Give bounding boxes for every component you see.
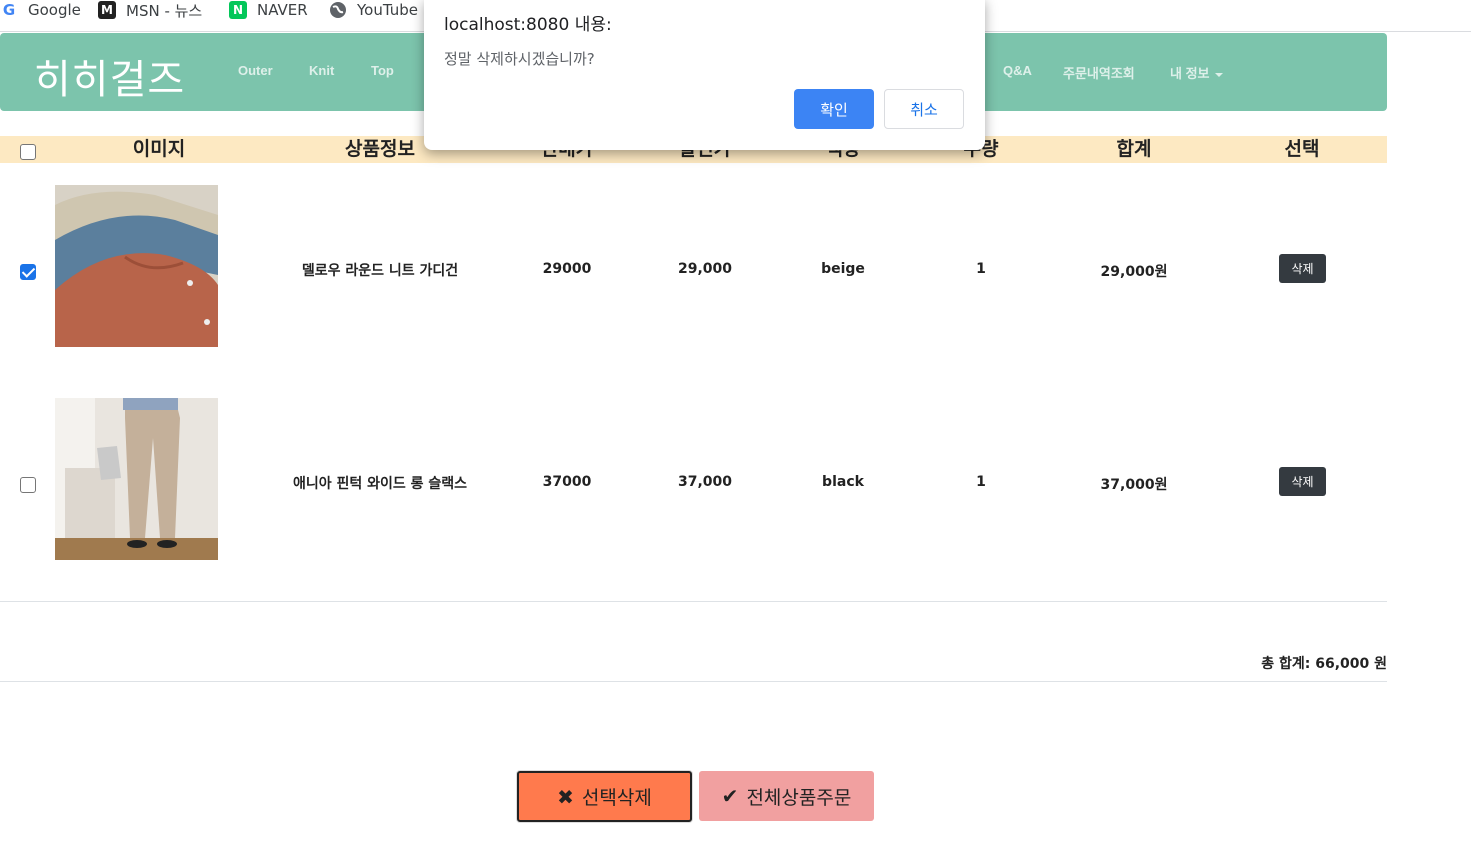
delete-button[interactable]: 삭제 xyxy=(1279,467,1326,496)
row-checkbox[interactable] xyxy=(20,477,36,493)
naver-icon: N xyxy=(229,1,247,19)
product-quantity: 1 xyxy=(976,474,986,490)
product-sale-price: 37,000 xyxy=(677,474,733,490)
bookmark-naver[interactable]: N NAVER xyxy=(229,0,308,20)
dialog-message: 정말 삭제하시겠습니까? xyxy=(444,50,595,68)
product-sale-price: 29,000 xyxy=(677,261,733,277)
table-row: 애니아 핀턱 와이드 롱 슬랙스 37000 37,000 black 1 37… xyxy=(0,383,1387,583)
bookmark-label: Google xyxy=(28,1,81,19)
globe-icon xyxy=(329,1,347,19)
check-icon: ✔ xyxy=(721,784,739,808)
nav-my-info-label: 내 정보 xyxy=(1170,66,1210,81)
order-all-label: 전체상품주문 xyxy=(746,786,852,809)
header-select: 선택 xyxy=(1284,138,1320,160)
select-all-checkbox[interactable] xyxy=(20,144,36,160)
nav-my-info-dropdown[interactable]: 내 정보 xyxy=(1170,63,1223,82)
dialog-title: localhost:8080 내용: xyxy=(444,15,612,35)
nav-knit[interactable]: Knit xyxy=(309,63,334,78)
delete-selected-button[interactable]: ✖ 선택삭제 xyxy=(517,771,692,822)
product-image-cardigan[interactable] xyxy=(55,185,218,347)
header-image: 이미지 xyxy=(132,138,186,160)
confirm-dialog: localhost:8080 내용: 정말 삭제하시겠습니까? 확인 취소 xyxy=(424,0,985,150)
product-color: black xyxy=(822,474,864,490)
bookmark-youtube[interactable]: YouTube xyxy=(329,0,418,20)
header-total: 합계 xyxy=(1116,138,1152,160)
delete-selected-label: 선택삭제 xyxy=(581,787,652,809)
row-checkbox[interactable] xyxy=(20,264,36,280)
product-image-slacks[interactable] xyxy=(55,398,218,560)
product-price: 29000 xyxy=(542,261,592,277)
product-name[interactable]: 델로우 라운드 니트 가디건 xyxy=(302,260,458,280)
divider xyxy=(0,681,1387,682)
bookmark-label: MSN - 뉴스 xyxy=(126,1,203,20)
dialog-cancel-button[interactable]: 취소 xyxy=(884,89,964,129)
delete-button[interactable]: 삭제 xyxy=(1279,254,1326,283)
close-icon: ✖ xyxy=(557,784,574,809)
product-color: beige xyxy=(821,261,865,277)
caret-down-icon xyxy=(1214,72,1223,77)
order-total: 총 합계: 66,000 원 xyxy=(1261,656,1387,672)
bookmark-msn[interactable]: M MSN - 뉴스 xyxy=(98,0,202,20)
msn-icon: M xyxy=(98,1,116,19)
product-total: 37,000원 xyxy=(1100,477,1168,493)
bookmark-google[interactable]: G Google xyxy=(0,0,81,20)
brand-logo[interactable]: 히히걸즈 xyxy=(34,47,185,105)
nav-qna[interactable]: Q&A xyxy=(1003,63,1032,78)
nav-order-history[interactable]: 주문내역조회 xyxy=(1063,63,1135,82)
google-icon: G xyxy=(2,1,16,19)
product-price: 37000 xyxy=(542,474,592,490)
product-name[interactable]: 애니아 핀턱 와이드 롱 슬랙스 xyxy=(293,473,467,493)
table-row: 델로우 라운드 니트 가디건 29000 29,000 beige 1 29,0… xyxy=(0,170,1387,370)
nav-top[interactable]: Top xyxy=(371,63,394,78)
product-total: 29,000원 xyxy=(1100,264,1168,280)
dialog-ok-button[interactable]: 확인 xyxy=(794,89,874,129)
product-quantity: 1 xyxy=(976,261,986,277)
divider xyxy=(0,601,1387,602)
bookmark-label: YouTube xyxy=(357,1,418,19)
bookmark-label: NAVER xyxy=(257,1,308,19)
header-product-info: 상품정보 xyxy=(345,138,415,160)
nav-outer[interactable]: Outer xyxy=(238,63,273,78)
order-all-button[interactable]: ✔ 전체상품주문 xyxy=(699,771,874,821)
